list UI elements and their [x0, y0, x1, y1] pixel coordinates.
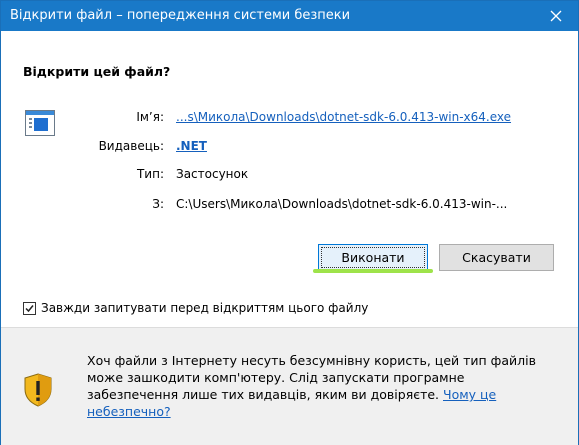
- dialog-heading: Відкрити цей файл?: [23, 64, 171, 79]
- always-ask-checkbox[interactable]: [23, 301, 36, 315]
- from-label: З:: [152, 197, 164, 211]
- security-warning-dialog: Відкрити файл – попередження системи без…: [0, 0, 579, 445]
- type-label: Тип:: [136, 167, 164, 181]
- run-button-highlight: [313, 269, 433, 273]
- always-ask-option[interactable]: Завжди запитувати перед відкриттям цього…: [23, 301, 368, 315]
- from-value: C:\Users\Микола\Downloads\dotnet-sdk-6.0…: [176, 197, 508, 211]
- warning-footer: Хоч файли з Інтернету несуть безсумнівну…: [1, 327, 578, 445]
- cancel-button[interactable]: Скасувати: [439, 244, 554, 271]
- file-name-link[interactable]: ...s\Микола\Downloads\dotnet-sdk-6.0.413…: [176, 110, 511, 124]
- title-bar[interactable]: Відкрити файл – попередження системи без…: [1, 1, 578, 31]
- publisher-label: Видавець:: [98, 139, 164, 153]
- window-title: Відкрити файл – попередження системи без…: [10, 8, 351, 23]
- checkmark-icon: [25, 304, 34, 312]
- publisher-link[interactable]: .NET: [176, 139, 207, 153]
- close-button[interactable]: [534, 1, 578, 31]
- type-value: Застосунок: [176, 167, 249, 181]
- run-button[interactable]: Виконати: [318, 244, 428, 271]
- shield-warning-icon: [24, 373, 52, 407]
- warning-message: Хоч файли з Інтернету несуть безсумнівну…: [87, 352, 557, 420]
- always-ask-label: Завжди запитувати перед відкриттям цього…: [41, 301, 369, 315]
- name-label: Ім’я:: [136, 110, 164, 124]
- close-icon: [550, 10, 562, 22]
